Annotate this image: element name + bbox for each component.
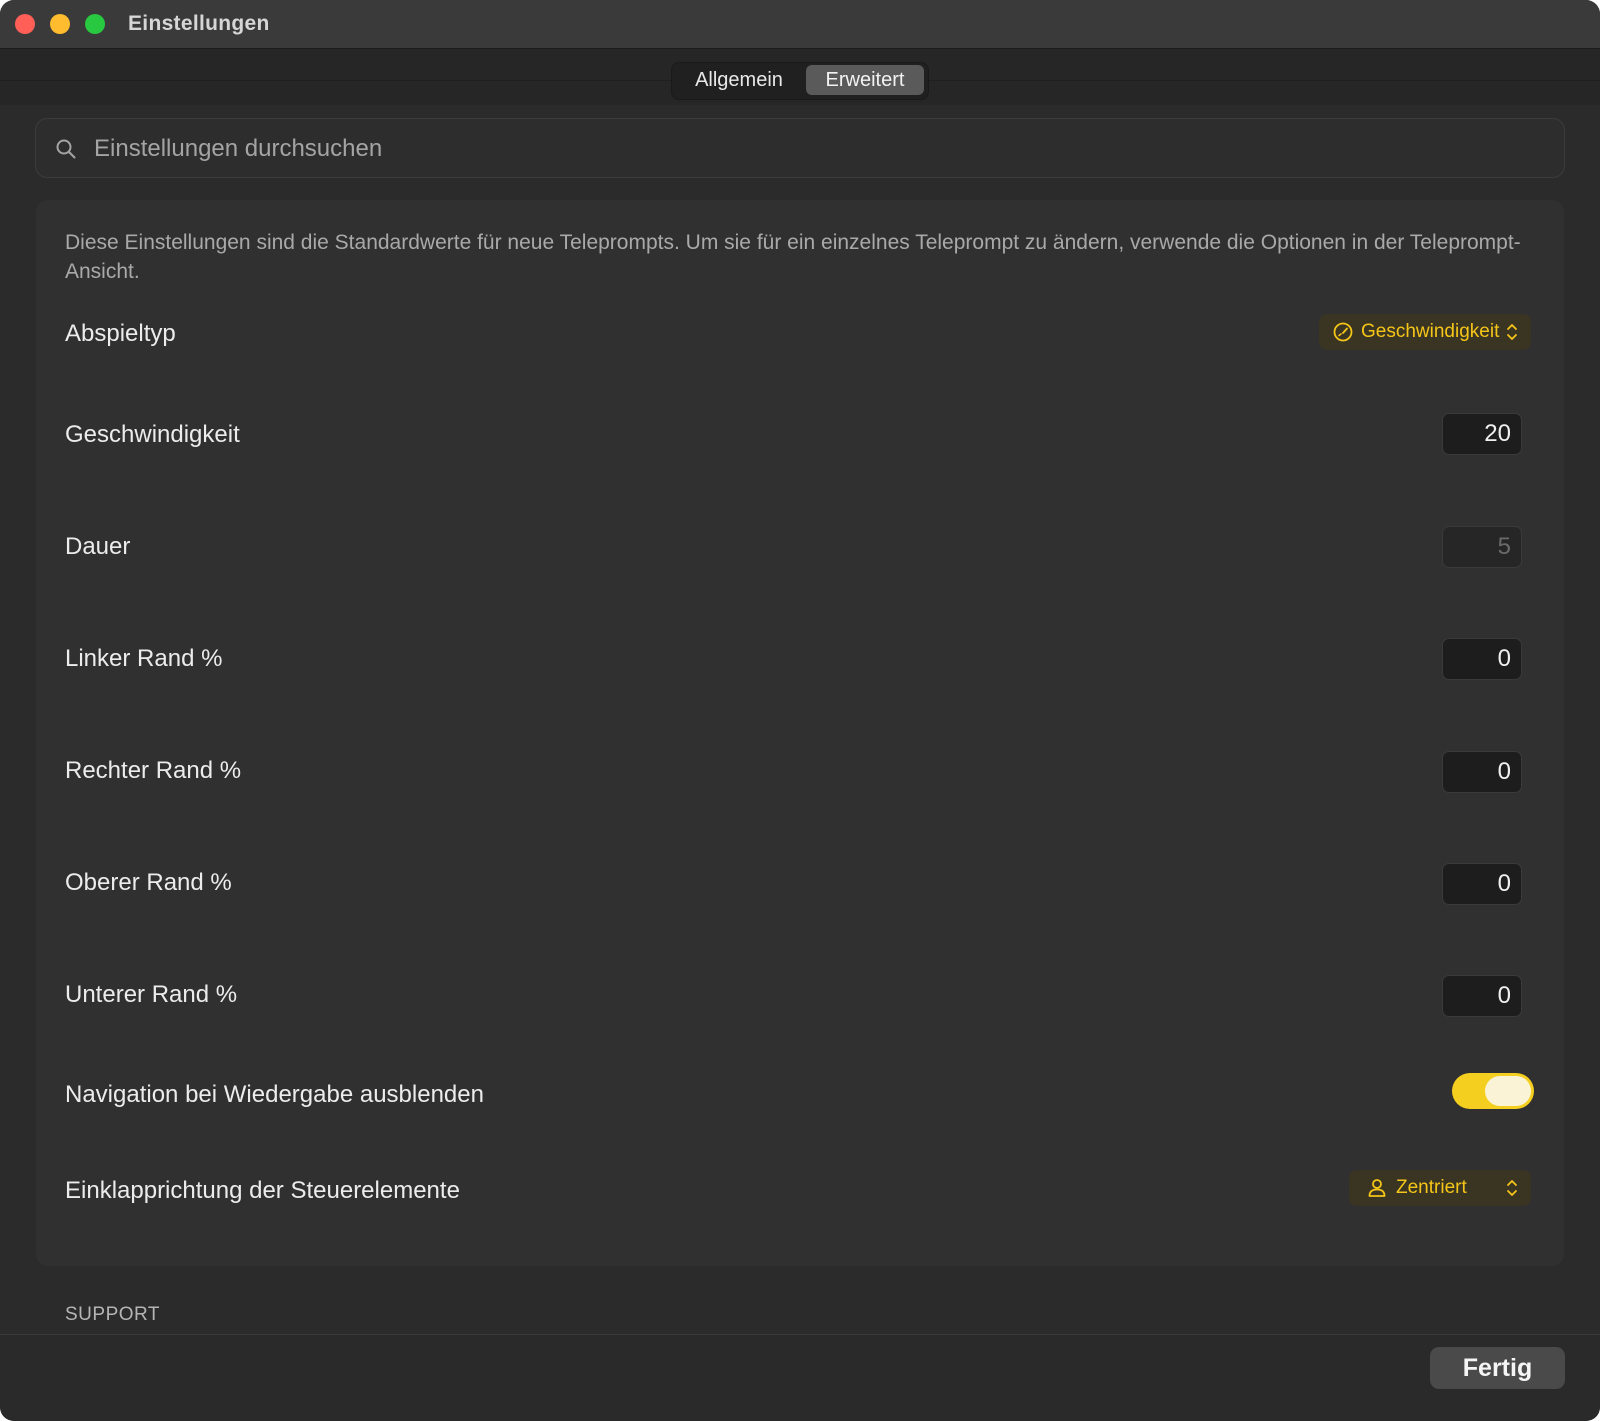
- playback-type-value: Geschwindigkeit: [1361, 321, 1500, 342]
- settings-description: Diese Einstellungen sind die Standardwer…: [65, 231, 1521, 283]
- settings-panel: Diese Einstellungen sind die Standardwer…: [36, 200, 1564, 1266]
- support-section-header: SUPPORT: [65, 1304, 161, 1325]
- top-margin-label: Oberer Rand %: [65, 869, 232, 896]
- done-button[interactable]: Fertig: [1430, 1347, 1565, 1389]
- bottom-margin-label: Unterer Rand %: [65, 981, 238, 1008]
- footer-bar: [0, 1335, 1600, 1421]
- title-bar: Einstellungen: [0, 0, 1600, 49]
- duration-label: Dauer: [65, 533, 131, 560]
- minimize-window-button[interactable]: [50, 14, 70, 34]
- top-margin-field[interactable]: 0: [1442, 863, 1522, 905]
- search-field[interactable]: [35, 118, 1565, 178]
- controls-collapse-popup[interactable]: Zentriert: [1349, 1170, 1531, 1206]
- tab-allgemein[interactable]: Allgemein: [676, 65, 802, 95]
- close-window-button[interactable]: [15, 14, 35, 34]
- left-margin-field[interactable]: 0: [1442, 638, 1522, 680]
- search-icon: [56, 139, 76, 159]
- bottom-margin-field[interactable]: 0: [1442, 975, 1522, 1017]
- speed-label: Geschwindigkeit: [65, 421, 240, 448]
- right-margin-label: Rechter Rand %: [65, 757, 242, 784]
- chevron-up-down-icon: [1507, 324, 1517, 340]
- toggle-knob: [1485, 1076, 1531, 1106]
- speedometer-icon: [1333, 322, 1353, 342]
- hide-navigation-toggle[interactable]: [1452, 1073, 1534, 1109]
- tab-erweitert[interactable]: Erweitert: [806, 65, 924, 95]
- chevron-up-down-icon: [1507, 1180, 1517, 1196]
- left-margin-label: Linker Rand %: [65, 645, 223, 672]
- tab-bar: Allgemein Erweitert: [671, 62, 929, 100]
- controls-collapse-label: Einklapprichtung der Steuerelemente: [65, 1177, 460, 1204]
- speed-field[interactable]: 20: [1442, 413, 1522, 455]
- zoom-window-button[interactable]: [85, 14, 105, 34]
- playback-type-label: Abspieltyp: [65, 320, 176, 347]
- controls-collapse-value: Zentriert: [1396, 1177, 1467, 1198]
- right-margin-field[interactable]: 0: [1442, 751, 1522, 793]
- settings-window: Einstellungen Allgemein Erweitert Diese …: [0, 0, 1600, 1421]
- playback-type-popup[interactable]: Geschwindigkeit: [1319, 314, 1531, 350]
- hide-navigation-label: Navigation bei Wiedergabe ausblenden: [65, 1081, 484, 1108]
- duration-field[interactable]: 5: [1442, 526, 1522, 568]
- window-title: Einstellungen: [128, 12, 270, 35]
- person-icon: [1368, 1179, 1386, 1197]
- search-input[interactable]: [92, 129, 1546, 169]
